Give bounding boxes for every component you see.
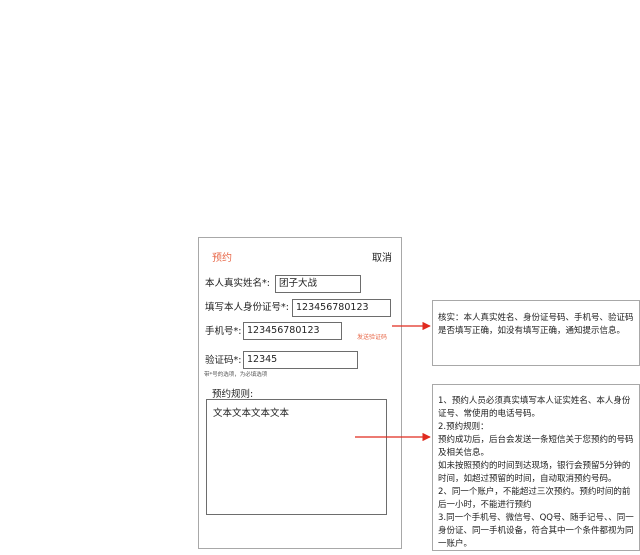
rules-note: 1、预约人员必须真实填写本人证实姓名、本人身份证号、常使用的电话号码。 2.预约… bbox=[432, 384, 640, 551]
rules-note-line: 预约成功后，后台会发送一条短信关于您预约的号码及相关信息。 bbox=[438, 435, 634, 458]
rules-note-line: 2、同一个账户，不能超过三次预约。预约时间的前后一小时，不能进行预约 bbox=[438, 487, 631, 510]
rules-note-line: 2.预约规则： bbox=[438, 422, 489, 432]
rules-note-line: 如未按照预约的时间到达现场，银行会预留5分钟的时间，如超过预留的时间，自动取消预… bbox=[438, 461, 631, 484]
rules-note-line: 3.同一个手机号、微信号、QQ号、随手记号、、同一身份证、同一手机设备，符合其中… bbox=[438, 513, 634, 549]
rules-note-line: 1、预约人员必须真实填写本人证实姓名、本人身份证号、常使用的电话号码。 bbox=[438, 396, 631, 419]
verification-note-text: 核实：本人真实姓名、身份证号码、手机号、验证码是否填写正确，如没有填写正确，通知… bbox=[438, 313, 634, 336]
verification-note: 核实：本人真实姓名、身份证号码、手机号、验证码是否填写正确，如没有填写正确，通知… bbox=[432, 300, 640, 366]
